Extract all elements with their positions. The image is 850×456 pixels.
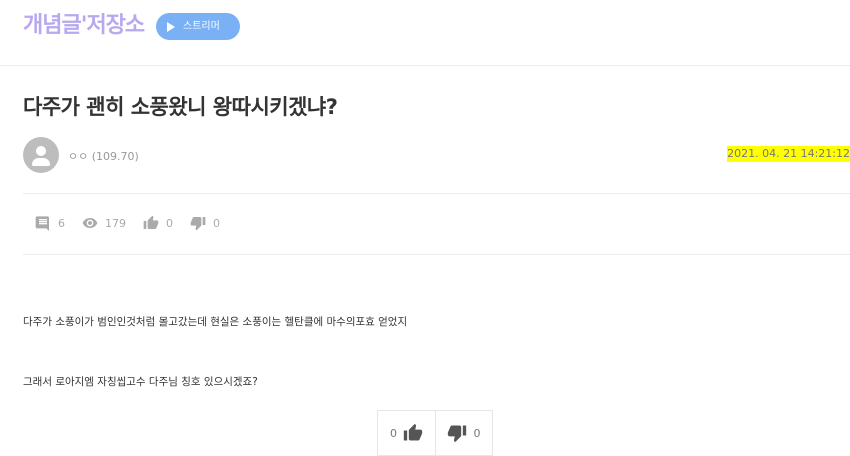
- vote-box: 0 0: [377, 410, 493, 456]
- thumbs-up-icon: [403, 423, 423, 441]
- view-count-value: 179: [105, 216, 126, 230]
- view-count: 179: [82, 215, 126, 231]
- streamer-button[interactable]: 스트리머: [156, 13, 240, 40]
- downvote-button[interactable]: 0: [434, 411, 492, 455]
- upvote-button[interactable]: 0: [378, 411, 435, 455]
- comment-count[interactable]: 6: [35, 215, 65, 231]
- author-name[interactable]: ㅇㅇ (109.70): [68, 148, 139, 164]
- eye-icon: [82, 218, 98, 228]
- author-row: ㅇㅇ (109.70) 2021. 04. 21 14:21:12: [23, 137, 850, 173]
- post-title: 다주가 괜히 소풍왔니 왕따시키겠냐?: [23, 95, 338, 119]
- like-count-value: 0: [166, 216, 173, 230]
- dislike-count: 0: [190, 215, 220, 231]
- like-count: 0: [143, 215, 173, 231]
- thumbs-down-icon: [448, 425, 467, 443]
- post-date: 2021. 04. 21 14:21:12: [727, 146, 850, 162]
- play-icon: [167, 21, 175, 32]
- thumbs-up-icon: [143, 215, 159, 229]
- post-body-line: 그래서 로아지엠 자칭씹고수 다주님 칭호 있으시겠죠?: [23, 376, 258, 388]
- comment-count-value: 6: [58, 216, 65, 230]
- divider: [23, 193, 850, 194]
- upvote-count: 0: [389, 426, 397, 440]
- comment-icon: [35, 216, 49, 231]
- site-logo[interactable]: 개념글'저장소: [23, 10, 145, 42]
- downvote-count: 0: [473, 426, 481, 440]
- dislike-count-value: 0: [213, 216, 220, 230]
- divider: [23, 254, 850, 255]
- post-body-line: 다주가 소풍이가 범인인것처럼 몰고갔는데 현실은 소풍이는 헬탄클에 마수의포…: [23, 316, 408, 328]
- thumbs-down-icon: [190, 217, 206, 231]
- avatar-person-icon[interactable]: [23, 137, 59, 173]
- post-stats: 6 179 0 0: [35, 214, 237, 232]
- streamer-label: 스트리머: [183, 20, 220, 32]
- site-header: 개념글'저장소 스트리머: [0, 0, 850, 66]
